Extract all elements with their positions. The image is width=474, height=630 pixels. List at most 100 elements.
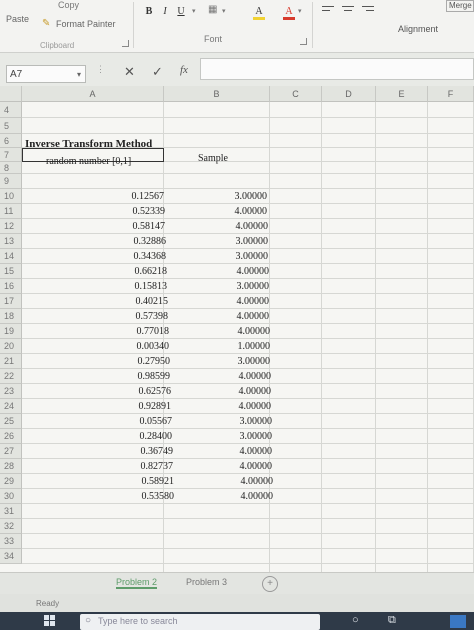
sample-cell[interactable]: 4.00000 bbox=[209, 311, 270, 322]
row-header-4[interactable]: 4 bbox=[0, 102, 22, 118]
sample-cell[interactable]: 4.00000 bbox=[209, 296, 270, 307]
column-header-e[interactable]: E bbox=[376, 86, 428, 102]
random-number-cell[interactable]: 0.82737 bbox=[113, 461, 174, 472]
add-sheet-icon[interactable]: + bbox=[262, 576, 278, 592]
sample-cell[interactable]: 3.00000 bbox=[208, 251, 269, 262]
row-header-33[interactable]: 33 bbox=[0, 534, 22, 549]
row-header-31[interactable]: 31 bbox=[0, 504, 22, 519]
random-number-cell[interactable]: 0.34368 bbox=[106, 251, 167, 262]
name-box-dropdown-icon[interactable]: ▾ bbox=[77, 66, 81, 84]
fx-icon[interactable]: fx bbox=[180, 64, 188, 76]
font-launcher-icon[interactable] bbox=[300, 38, 307, 45]
copy-button[interactable]: Copy bbox=[58, 0, 79, 10]
task-view-icon[interactable]: ⧉ bbox=[388, 614, 396, 627]
row-header-6[interactable]: 6 bbox=[0, 134, 22, 148]
worksheet-grid[interactable]: ABCDEF 4 5 6 7 8 9 10 11 12 13 14 15 16 17 18 19 20 21 22 2… bbox=[0, 86, 474, 572]
tab-problem-2[interactable]: Problem 2 bbox=[116, 577, 158, 589]
row-header-10[interactable]: 10 bbox=[0, 189, 22, 204]
sample-cell[interactable]: 4.00000 bbox=[212, 461, 273, 472]
random-number-cell[interactable]: 0.32886 bbox=[106, 236, 167, 247]
row-header-21[interactable]: 21 bbox=[0, 354, 22, 369]
sample-cell[interactable]: 4.00000 bbox=[210, 326, 271, 337]
random-number-cell[interactable]: 0.66218 bbox=[107, 266, 168, 277]
random-number-cell[interactable]: 0.05567 bbox=[112, 416, 173, 427]
paste-button[interactable]: Paste bbox=[6, 14, 29, 24]
row-header-17[interactable]: 17 bbox=[0, 294, 22, 309]
sample-cell[interactable]: 4.00000 bbox=[212, 446, 273, 457]
column-header-a[interactable]: A bbox=[22, 86, 164, 102]
row-header-16[interactable]: 16 bbox=[0, 279, 22, 294]
row-header-18[interactable]: 18 bbox=[0, 309, 22, 324]
row-header-9[interactable]: 9 bbox=[0, 174, 22, 189]
row-header-22[interactable]: 22 bbox=[0, 369, 22, 384]
app-taskbar-icon[interactable] bbox=[450, 615, 466, 628]
column-header-f[interactable]: F bbox=[428, 86, 474, 102]
row-header-32[interactable]: 32 bbox=[0, 519, 22, 534]
row-header-20[interactable]: 20 bbox=[0, 339, 22, 354]
sample-cell[interactable]: 3.00000 bbox=[212, 416, 273, 427]
borders-dropdown-icon[interactable]: ▾ bbox=[222, 7, 226, 17]
random-number-cell[interactable]: 0.40215 bbox=[108, 296, 169, 307]
random-number-cell[interactable]: 0.92891 bbox=[111, 401, 172, 412]
random-number-cell[interactable]: 0.53580 bbox=[114, 491, 175, 502]
sample-cell[interactable]: 4.00000 bbox=[211, 386, 272, 397]
row-header-29[interactable]: 29 bbox=[0, 474, 22, 489]
sample-cell[interactable]: 4.00000 bbox=[207, 206, 268, 217]
row-header-7[interactable]: 7 bbox=[0, 148, 22, 162]
sample-cell[interactable]: 4.00000 bbox=[211, 371, 272, 382]
column-header-d[interactable]: D bbox=[322, 86, 376, 102]
row-header-5[interactable]: 5 bbox=[0, 118, 22, 134]
sample-cell[interactable]: 3.00000 bbox=[212, 431, 273, 442]
name-box[interactable]: A7 ▾ bbox=[6, 65, 86, 83]
random-number-cell[interactable]: 0.58921 bbox=[114, 476, 175, 487]
row-header-13[interactable]: 13 bbox=[0, 234, 22, 249]
row-header-30[interactable]: 30 bbox=[0, 489, 22, 504]
underline-dropdown-icon[interactable]: ▾ bbox=[192, 7, 196, 17]
cancel-icon[interactable]: ✕ bbox=[124, 64, 135, 80]
format-painter-button[interactable]: Format Painter bbox=[56, 19, 116, 29]
random-number-cell[interactable]: 0.28400 bbox=[112, 431, 173, 442]
row-header-19[interactable]: 19 bbox=[0, 324, 22, 339]
underline-button[interactable]: U bbox=[174, 5, 188, 18]
random-number-cell[interactable]: 0.57398 bbox=[108, 311, 169, 322]
random-number-cell[interactable]: 0.12567 bbox=[104, 191, 165, 202]
random-number-cell[interactable]: 0.77018 bbox=[109, 326, 170, 337]
row-header-15[interactable]: 15 bbox=[0, 264, 22, 279]
sample-cell[interactable]: 4.00000 bbox=[213, 491, 274, 502]
row-header-11[interactable]: 11 bbox=[0, 204, 22, 219]
italic-button[interactable]: I bbox=[158, 5, 172, 18]
sample-cell[interactable]: 1.00000 bbox=[210, 341, 271, 352]
sample-cell[interactable]: 3.00000 bbox=[207, 191, 268, 202]
sample-cell[interactable]: 4.00000 bbox=[208, 221, 269, 232]
windows-start-icon[interactable] bbox=[44, 615, 56, 627]
row-header-34[interactable]: 34 bbox=[0, 549, 22, 564]
row-header-27[interactable]: 27 bbox=[0, 444, 22, 459]
row-header-25[interactable]: 25 bbox=[0, 414, 22, 429]
sample-cell[interactable]: 4.00000 bbox=[213, 476, 274, 487]
random-number-cell[interactable]: 0.98599 bbox=[110, 371, 171, 382]
select-all-corner[interactable] bbox=[0, 86, 22, 102]
random-number-cell[interactable]: 0.15813 bbox=[107, 281, 168, 292]
random-number-cell[interactable]: 0.36749 bbox=[113, 446, 174, 457]
row-header-23[interactable]: 23 bbox=[0, 384, 22, 399]
bold-button[interactable]: B bbox=[142, 5, 156, 18]
random-number-cell[interactable]: 0.00340 bbox=[109, 341, 170, 352]
borders-icon[interactable]: ▦ bbox=[208, 5, 217, 15]
enter-icon[interactable]: ✓ bbox=[152, 64, 163, 80]
column-header-b[interactable]: B bbox=[164, 86, 270, 102]
align-right-icon[interactable] bbox=[362, 6, 374, 7]
sample-cell[interactable]: 3.00000 bbox=[208, 236, 269, 247]
clipboard-launcher-icon[interactable] bbox=[122, 40, 129, 47]
random-number-cell[interactable]: 0.52339 bbox=[105, 206, 166, 217]
cortana-icon[interactable]: ○ bbox=[352, 614, 359, 626]
random-number-cell[interactable]: 0.62576 bbox=[111, 386, 172, 397]
random-number-cell[interactable]: 0.27950 bbox=[110, 356, 171, 367]
row-header-14[interactable]: 14 bbox=[0, 249, 22, 264]
row-header-12[interactable]: 12 bbox=[0, 219, 22, 234]
column-header-c[interactable]: C bbox=[270, 86, 322, 102]
formula-input[interactable] bbox=[200, 58, 474, 80]
sample-cell[interactable]: 3.00000 bbox=[209, 281, 270, 292]
font-color-dropdown-icon[interactable]: ▾ bbox=[298, 7, 302, 17]
sample-cell[interactable]: 4.00000 bbox=[211, 401, 272, 412]
merge-button[interactable]: Merge bbox=[446, 0, 474, 12]
